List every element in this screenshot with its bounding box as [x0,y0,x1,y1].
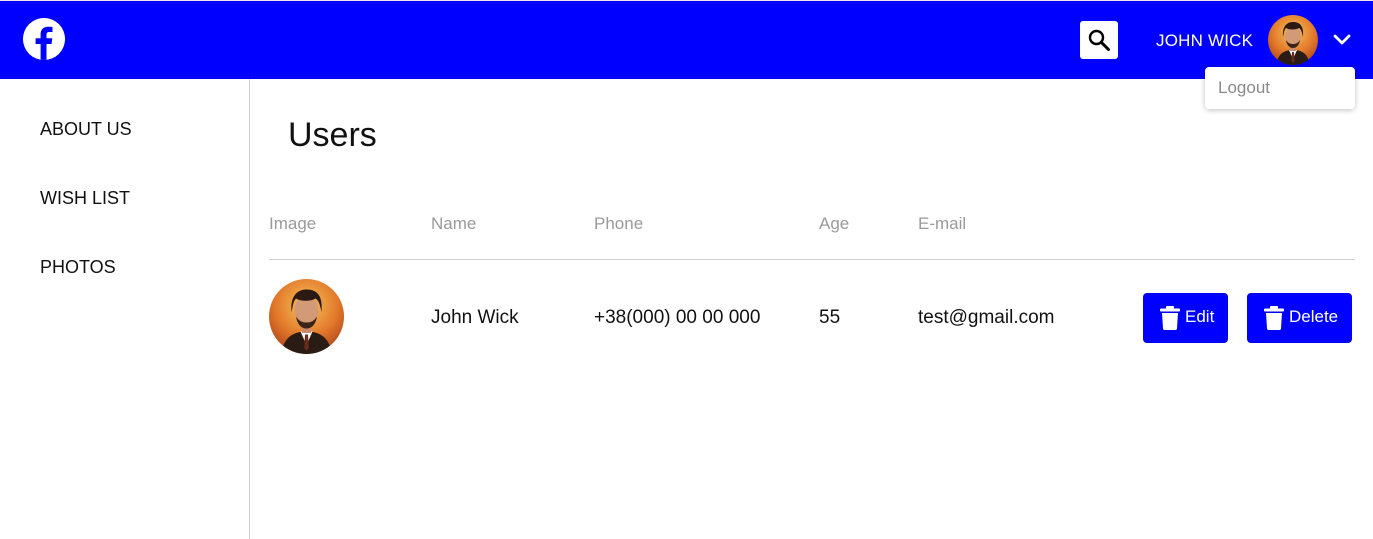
trash-icon [1264,306,1284,330]
sidebar-item-wish-list[interactable]: WISH LIST [40,188,130,209]
search-button[interactable] [1080,21,1118,59]
cell-age: 55 [819,307,841,328]
user-name[interactable]: JOHN WICK [1156,31,1253,51]
column-header-name: Name [431,214,477,233]
top-navbar: JOHN WICK [0,0,1373,79]
column-header-image: Image [269,214,317,233]
column-header-email: E-mail [918,214,967,233]
delete-button-label: Delete [1289,307,1339,326]
edit-button-label: Edit [1185,307,1215,326]
column-header-phone: Phone [594,214,644,233]
chevron-down-icon[interactable] [1332,33,1352,52]
logout-menu-item[interactable]: Logout [1218,78,1270,98]
sidebar-item-photos[interactable]: PHOTOS [40,257,116,278]
user-avatar [269,279,344,354]
cell-name: John Wick [431,307,519,328]
cell-phone: +38(000) 00 00 000 [594,307,761,328]
sidebar-item-about-us[interactable]: ABOUT US [40,119,132,140]
column-header-age: Age [819,214,850,233]
delete-button[interactable]: Delete [1247,293,1352,343]
edit-button[interactable]: Edit [1143,293,1228,343]
sidebar: ABOUT US WISH LIST PHOTOS [0,79,250,539]
page-title: Users [288,116,377,154]
user-dropdown-menu: Logout [1205,67,1355,109]
avatar[interactable] [1268,15,1318,65]
cell-email: test@gmail.com [918,307,1055,328]
trash-icon [1160,306,1180,330]
search-icon [1088,29,1110,51]
facebook-icon[interactable] [23,18,65,60]
table-divider [269,259,1355,260]
